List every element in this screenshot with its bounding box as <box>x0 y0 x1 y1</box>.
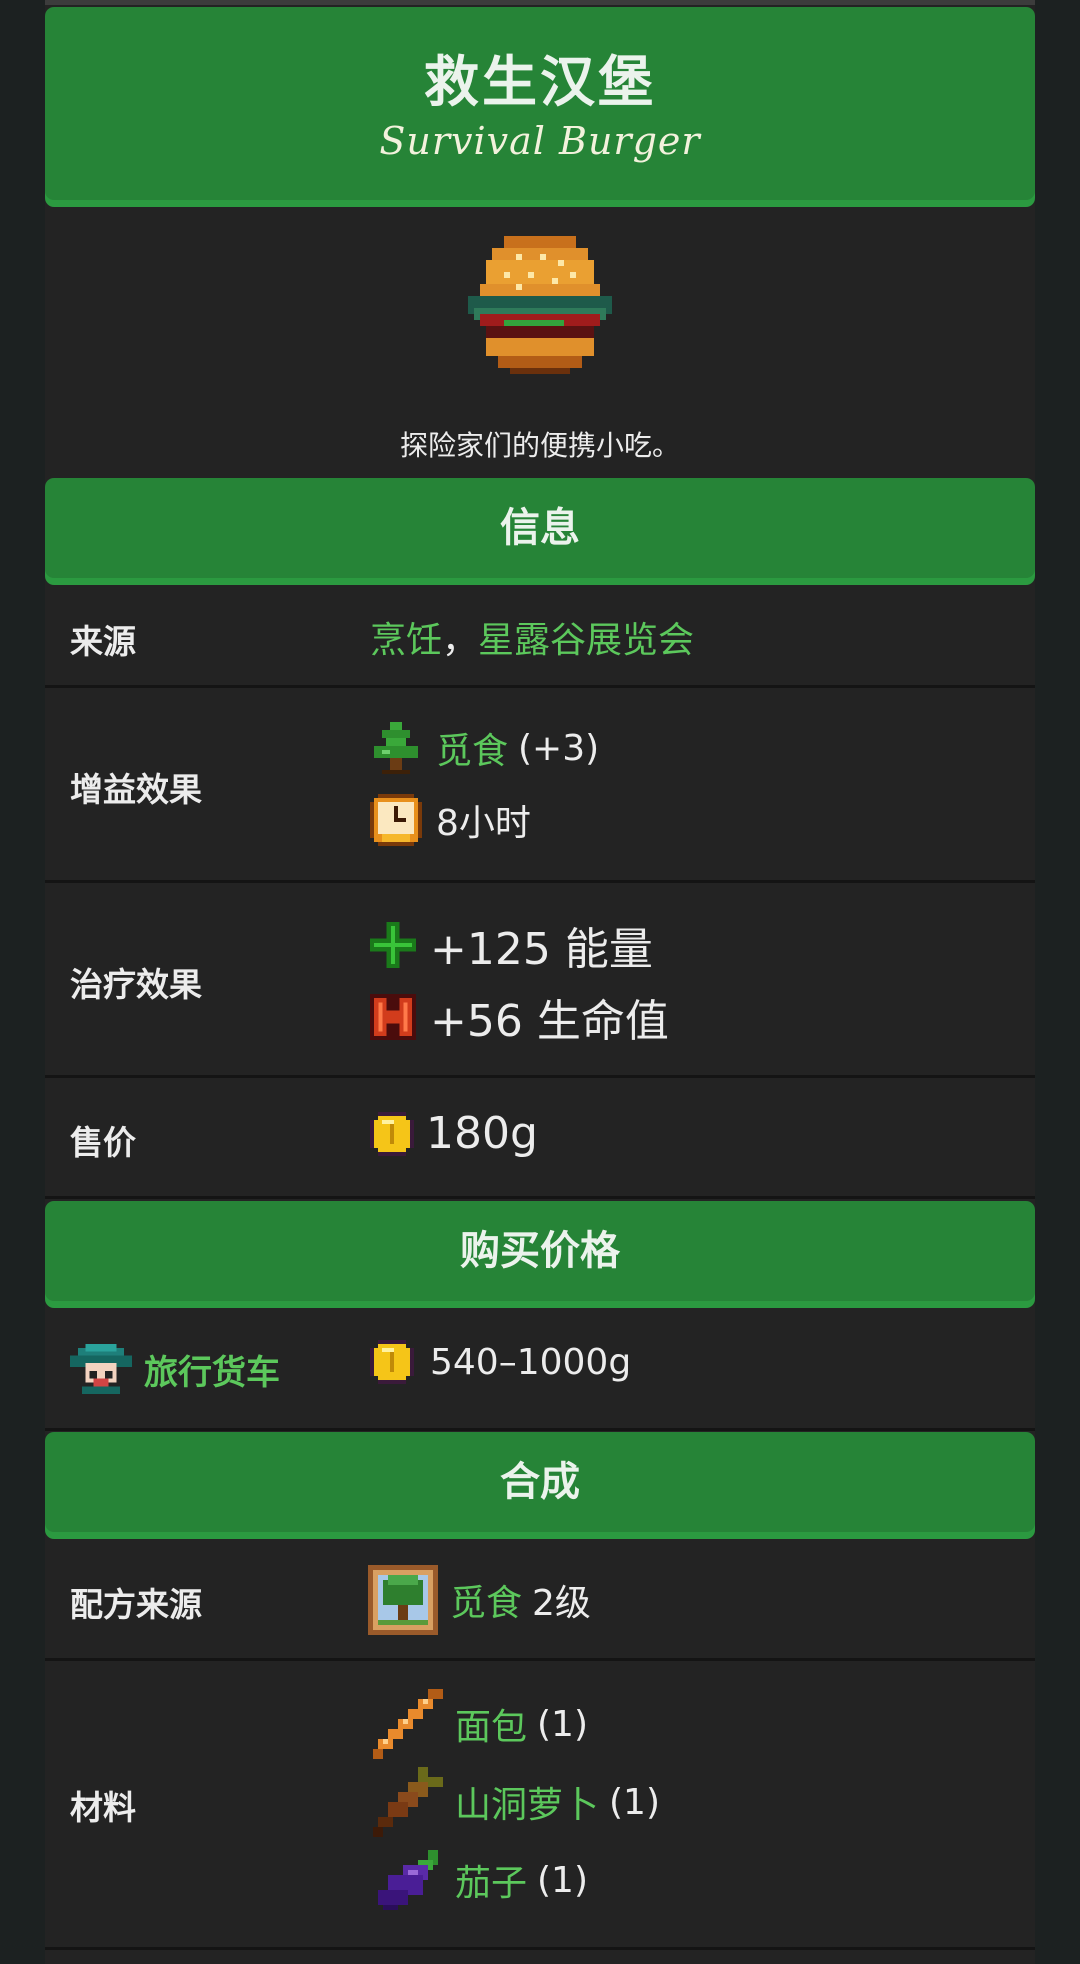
heal-energy: +125 能量 <box>430 924 653 975</box>
vendor-price-value: 540–1000g <box>370 1340 631 1384</box>
cave-carrot-icon <box>373 1767 443 1837</box>
ingredient-row: 面包 (1) <box>373 1689 588 1759</box>
vendor-cell: 旅行货车 <box>70 1344 280 1394</box>
row-vendor: 旅行货车 540–1000g <box>45 1308 1035 1431</box>
ingredient-row: 茄子 (1) <box>373 1845 588 1915</box>
source-label: 来源 <box>70 622 136 661</box>
ingredient-link-eggplant[interactable]: 茄子 <box>455 1854 527 1906</box>
recipe-skill-link[interactable]: 觅食 <box>450 1574 522 1626</box>
health-icon <box>370 994 416 1040</box>
title-banner: 救生汉堡 Survival Burger <box>45 7 1035 200</box>
heal-label: 治疗效果 <box>70 965 202 1004</box>
ingredient-link-cave-carrot[interactable]: 山洞萝卜 <box>455 1776 599 1828</box>
ingredient-qty: (1) <box>537 1703 589 1745</box>
sell-label: 售价 <box>70 1123 136 1162</box>
traveling-merchant-icon <box>70 1344 132 1394</box>
buff-skill-line: 觅食 (+3) <box>370 722 599 774</box>
heal-energy-line: +125 能量 <box>370 913 653 977</box>
buff-label: 增益效果 <box>70 770 202 809</box>
ingredient-qty: (1) <box>609 1781 661 1823</box>
energy-icon <box>370 922 416 968</box>
source-separator: ， <box>442 620 479 661</box>
buff-skill-link[interactable]: 觅食 <box>436 722 508 774</box>
sell-price: 180g <box>426 1108 538 1159</box>
eggplant-icon <box>373 1845 443 1915</box>
buff-duration-line: 8小时 <box>370 794 531 846</box>
sell-value: 180g <box>370 1108 538 1159</box>
row-sell-price: 售价 180g <box>45 1078 1035 1199</box>
vendor-price: 540–1000g <box>430 1341 632 1383</box>
row-buff: 增益效果 觅食 (+3) 8小时 <box>45 688 1035 883</box>
recipe-level: 2级 <box>532 1583 591 1624</box>
ingredients-label: 材料 <box>70 1788 136 1827</box>
section-header-info: 信息 <box>45 478 1035 578</box>
ingredient-qty: (1) <box>537 1859 589 1901</box>
item-description: 探险家们的便携小吃。 <box>399 429 680 462</box>
heal-health: +56 生命值 <box>430 996 669 1047</box>
foraging-tree-icon <box>370 722 422 774</box>
item-title: 救生汉堡 <box>423 50 656 114</box>
row-source: 来源 烹饪 ， 星露谷展览会 <box>45 585 1035 688</box>
recipe-source-label: 配方来源 <box>70 1585 202 1624</box>
foraging-skill-icon <box>368 1565 438 1635</box>
bread-icon <box>373 1689 443 1759</box>
gold-coin-icon <box>370 1340 414 1384</box>
clock-icon <box>370 794 422 846</box>
row-heal: 治疗效果 +125 能量 +56 生命值 <box>45 883 1035 1078</box>
survival-burger-icon <box>468 236 612 374</box>
heal-health-line: +56 生命值 <box>370 985 669 1049</box>
section-header-crafting: 合成 <box>45 1432 1035 1532</box>
row-recipe-source: 配方来源 觅食 2级 <box>45 1540 1035 1661</box>
buff-duration: 8小时 <box>436 803 531 844</box>
ingredient-link-bread[interactable]: 面包 <box>455 1698 527 1750</box>
source-link-fair[interactable]: 星露谷展览会 <box>478 611 694 663</box>
top-divider <box>45 0 1035 5</box>
vendor-link[interactable]: 旅行货车 <box>144 1345 280 1394</box>
gold-coin-icon <box>370 1111 414 1156</box>
recipe-source-value: 觅食 2级 <box>368 1565 591 1635</box>
ingredient-row: 山洞萝卜 (1) <box>373 1767 660 1837</box>
buff-amount: (+3) <box>518 727 600 769</box>
row-ingredients: 材料 面包 (1) 山洞萝卜 (1) 茄子 (1) <box>45 1661 1035 1950</box>
item-subtitle-en: Survival Burger <box>379 119 701 163</box>
source-value: 烹饪 ， 星露谷展览会 <box>370 611 694 663</box>
section-header-buy: 购买价格 <box>45 1201 1035 1301</box>
source-link-cooking[interactable]: 烹饪 <box>370 611 442 663</box>
